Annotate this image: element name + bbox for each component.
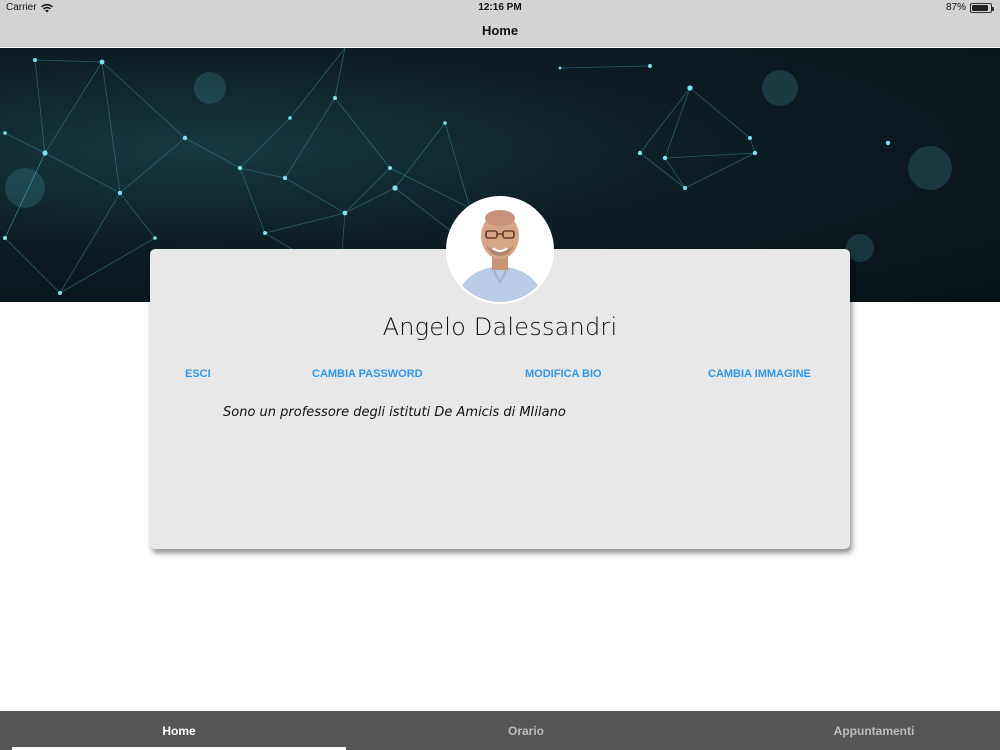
change-image-button[interactable]: CAMBIA IMMAGINE [708,368,811,380]
page-title: Home [481,23,519,38]
status-battery: 87% [945,2,994,13]
profile-bio: Sono un professore degli istituti De Ami… [223,405,566,420]
tab-home[interactable]: Home [79,724,279,738]
profile-photo [448,198,552,302]
logout-button[interactable]: ESCI [185,368,211,380]
profile-actions: ESCI CAMBIA PASSWORD MODIFICA BIO CAMBIA… [150,368,850,384]
profile-name: Angelo Dalessandri [382,313,618,341]
battery-icon [970,2,994,13]
change-password-button[interactable]: CAMBIA PASSWORD [312,368,423,380]
tab-orario[interactable]: Orario [426,724,626,738]
edit-bio-button[interactable]: MODIFICA BIO [525,368,602,380]
status-time: 12:16 PM [478,2,522,13]
battery-percent: 87% [945,2,966,13]
avatar[interactable] [446,196,554,304]
top-bar: Carrier 12:16 PM 87% Home [0,0,1000,47]
tab-appuntamenti[interactable]: Appuntamenti [774,724,974,738]
tab-bar: Home Orario Appuntamenti [0,711,1000,750]
battery-level [972,4,988,11]
app-screen: Carrier 12:16 PM 87% Home Angelo Dalessa… [0,0,1000,750]
